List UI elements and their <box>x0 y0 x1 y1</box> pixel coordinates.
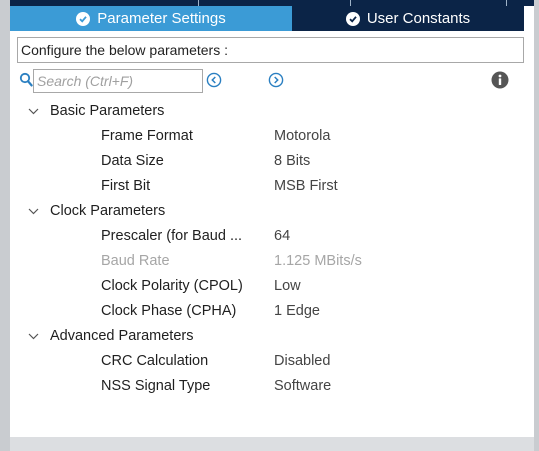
circle-chevron-left-icon[interactable] <box>206 72 222 88</box>
circle-chevron-right-icon[interactable] <box>268 72 284 88</box>
search-input[interactable] <box>33 69 203 93</box>
tab-label: User Constants <box>366 10 471 27</box>
param-name: First Bit <box>101 178 151 194</box>
param-name: CRC Calculation <box>101 353 209 369</box>
param-name: Clock Phase (CPHA) <box>101 303 237 319</box>
param-row-prescaler[interactable]: Prescaler (for Baud ... 64 <box>17 224 524 249</box>
tab-user-constants[interactable]: User Constants <box>292 6 524 31</box>
parameter-tree: Basic Parameters Frame Format Motorola D… <box>17 99 524 399</box>
group-label: Basic Parameters <box>50 103 165 119</box>
param-row-clock-phase[interactable]: Clock Phase (CPHA) 1 Edge <box>17 299 524 324</box>
param-value[interactable]: MSB First <box>274 174 338 199</box>
search-icon[interactable] <box>19 72 33 88</box>
right-panel-border <box>534 0 539 451</box>
group-label: Clock Parameters <box>50 203 166 219</box>
param-name: Data Size <box>101 153 164 169</box>
chevron-down-icon <box>28 333 39 340</box>
group-basic-parameters[interactable]: Basic Parameters <box>17 99 524 124</box>
config-tabs: Parameter Settings User Constants <box>10 6 524 31</box>
param-value[interactable]: Motorola <box>274 124 330 149</box>
tab-label: Parameter Settings <box>97 10 226 27</box>
check-circle-icon <box>76 11 91 26</box>
group-advanced-parameters[interactable]: Advanced Parameters <box>17 324 524 349</box>
left-panel-border <box>0 0 10 451</box>
param-name: Clock Polarity (CPOL) <box>101 278 243 294</box>
param-value[interactable]: 64 <box>274 224 290 249</box>
param-row-crc-calculation[interactable]: CRC Calculation Disabled <box>17 349 524 374</box>
search-toolbar <box>17 69 524 93</box>
tab-parameter-settings[interactable]: Parameter Settings <box>10 6 292 31</box>
param-value: 1.125 MBits/s <box>274 253 362 269</box>
param-value[interactable]: Disabled <box>274 349 330 374</box>
param-row-data-size[interactable]: Data Size 8 Bits <box>17 149 524 174</box>
chevron-down-icon <box>28 108 39 115</box>
param-row-first-bit[interactable]: First Bit MSB First <box>17 174 524 199</box>
info-icon[interactable] <box>491 71 509 89</box>
param-name: Frame Format <box>101 128 193 144</box>
param-row-frame-format[interactable]: Frame Format Motorola <box>17 124 524 149</box>
param-value[interactable]: 1 Edge <box>274 299 320 324</box>
chevron-down-icon <box>28 208 39 215</box>
bottom-panel-border <box>10 437 534 451</box>
param-name: Prescaler (for Baud ... <box>101 228 243 244</box>
param-name: NSS Signal Type <box>101 378 211 394</box>
group-clock-parameters[interactable]: Clock Parameters <box>17 199 524 224</box>
param-value[interactable]: Software <box>274 374 331 399</box>
param-row-clock-polarity[interactable]: Clock Polarity (CPOL) Low <box>17 274 524 299</box>
group-label: Advanced Parameters <box>50 328 194 344</box>
param-name: Baud Rate <box>101 253 170 269</box>
param-value[interactable]: 8 Bits <box>274 149 310 174</box>
param-row-nss-signal-type[interactable]: NSS Signal Type Software <box>17 374 524 399</box>
config-description: Configure the below parameters : <box>17 37 524 63</box>
check-circle-icon <box>345 11 360 26</box>
param-value[interactable]: Low <box>274 274 301 299</box>
param-row-baud-rate: Baud Rate 1.125 MBits/s <box>17 249 524 274</box>
